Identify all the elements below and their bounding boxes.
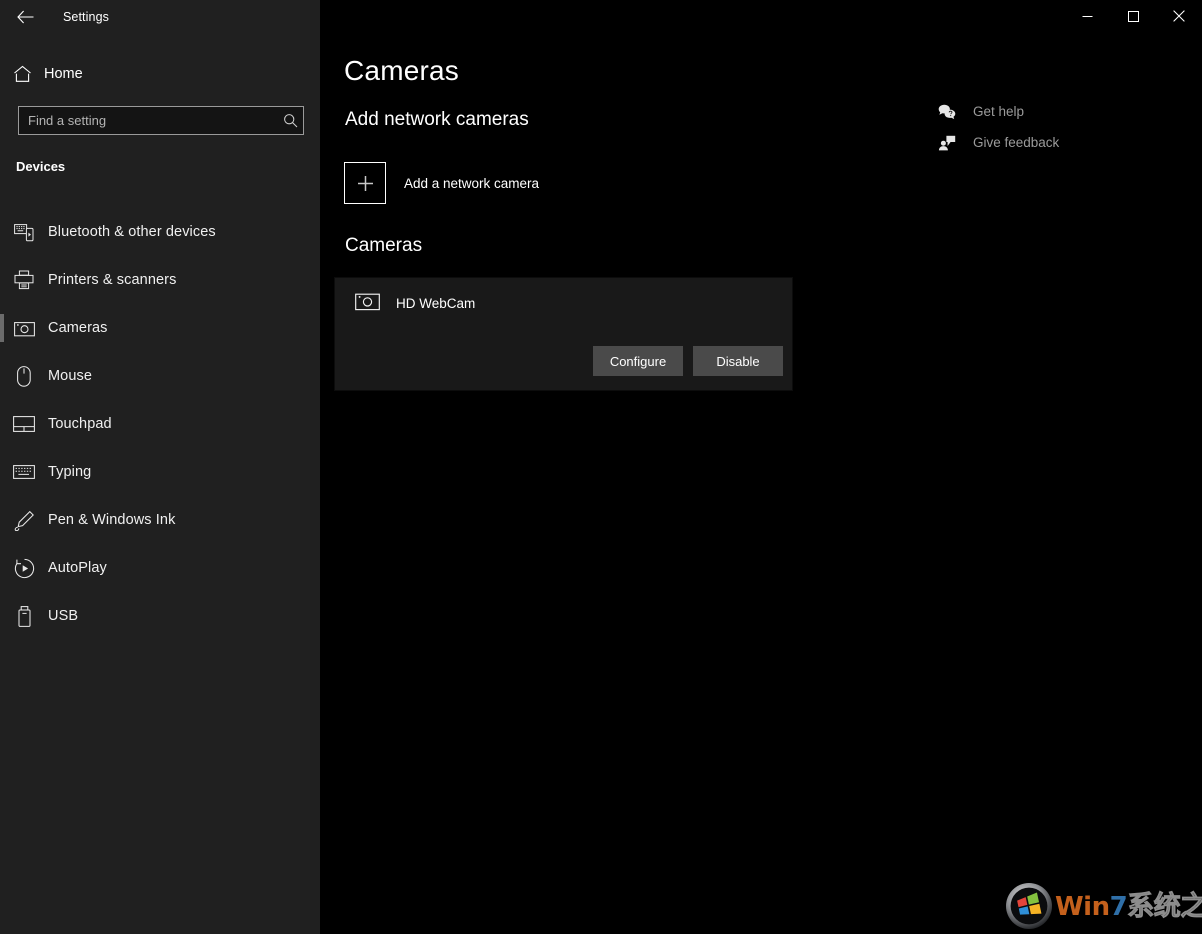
sidebar-item-label: Bluetooth & other devices	[48, 224, 216, 240]
sidebar-item-label: Mouse	[48, 368, 92, 384]
title-bar: Settings	[0, 0, 1202, 34]
keyboard-icon	[0, 465, 48, 479]
sidebar-item-home[interactable]: Home	[0, 58, 320, 90]
watermark-text: Win7系统之家	[1055, 893, 1202, 920]
add-network-camera-button[interactable]: Add a network camera	[344, 162, 539, 204]
get-help-icon	[935, 104, 959, 120]
camera-icon	[355, 291, 380, 316]
selection-indicator	[0, 314, 4, 342]
close-button[interactable]	[1156, 0, 1202, 32]
autoplay-icon	[0, 558, 48, 579]
sidebar-item-bluetooth-other-devices[interactable]: Bluetooth & other devices	[0, 208, 320, 256]
sidebar-item-autoplay[interactable]: AutoPlay	[0, 544, 320, 592]
sidebar-item-label: USB	[48, 608, 78, 624]
sidebar-item-label: Touchpad	[48, 416, 112, 432]
help-panel: Get help Give feedback	[935, 96, 1059, 158]
sidebar-item-touchpad[interactable]: Touchpad	[0, 400, 320, 448]
sidebar-item-label: Pen & Windows Ink	[48, 512, 175, 528]
main-content: Cameras Add network cameras Add a networ…	[320, 0, 1202, 934]
back-arrow-icon	[17, 10, 34, 24]
touchpad-icon	[0, 416, 48, 432]
give-feedback-label: Give feedback	[973, 135, 1059, 150]
get-help-link[interactable]: Get help	[935, 96, 1059, 127]
sidebar-item-usb[interactable]: USB	[0, 592, 320, 640]
watermark: Win7系统之家	[1005, 882, 1202, 930]
search-input[interactable]	[19, 113, 277, 128]
sidebar: Home Devices	[0, 0, 320, 934]
sidebar-item-label-home: Home	[44, 66, 83, 82]
add-network-camera-label: Add a network camera	[404, 176, 539, 191]
windows-orb-icon	[1005, 882, 1053, 930]
give-feedback-icon	[935, 135, 959, 151]
watermark-seven: 7	[1110, 892, 1128, 922]
sidebar-item-label: Typing	[48, 464, 91, 480]
back-button[interactable]	[2, 1, 48, 33]
camera-device-card[interactable]: HD WebCam Configure Disable	[334, 277, 793, 391]
sidebar-item-label: Cameras	[48, 320, 108, 336]
bluetooth-devices-icon	[0, 223, 48, 242]
sidebar-item-label: Printers & scanners	[48, 272, 176, 288]
section-heading-cameras: Cameras	[345, 235, 422, 257]
sidebar-item-mouse[interactable]: Mouse	[0, 352, 320, 400]
search-box[interactable]	[18, 106, 304, 135]
camera-card-actions: Configure Disable	[593, 346, 783, 376]
give-feedback-link[interactable]: Give feedback	[935, 127, 1059, 158]
window-controls	[1064, 0, 1202, 32]
sidebar-item-pen-windows-ink[interactable]: Pen & Windows Ink	[0, 496, 320, 544]
plus-icon	[344, 162, 386, 204]
disable-button[interactable]: Disable	[693, 346, 783, 376]
maximize-button[interactable]	[1110, 0, 1156, 32]
camera-device-header: HD WebCam	[355, 291, 475, 316]
sidebar-nav-list: Bluetooth & other devices Printers & sca…	[0, 208, 320, 640]
mouse-icon	[0, 366, 48, 387]
section-heading-add-network-cameras: Add network cameras	[345, 109, 529, 131]
sidebar-item-cameras[interactable]: Cameras	[0, 304, 320, 352]
page-title: Cameras	[344, 55, 459, 87]
watermark-chinese: 系统之家	[1127, 891, 1202, 922]
pen-icon	[0, 510, 48, 531]
close-icon	[1173, 10, 1185, 22]
sidebar-item-label: AutoPlay	[48, 560, 107, 576]
maximize-icon	[1128, 11, 1139, 22]
home-icon	[0, 65, 44, 83]
minimize-icon	[1082, 11, 1093, 22]
settings-window: Settings	[0, 0, 1202, 934]
configure-button[interactable]: Configure	[593, 346, 683, 376]
search-icon	[277, 113, 303, 128]
usb-icon	[0, 606, 48, 627]
watermark-win: Win	[1055, 892, 1110, 922]
app-title: Settings	[63, 10, 109, 24]
get-help-label: Get help	[973, 104, 1024, 119]
camera-icon	[0, 320, 48, 337]
sidebar-item-typing[interactable]: Typing	[0, 448, 320, 496]
sidebar-group-heading: Devices	[16, 159, 65, 174]
minimize-button[interactable]	[1064, 0, 1110, 32]
camera-device-name: HD WebCam	[396, 296, 475, 311]
sidebar-item-printers-scanners[interactable]: Printers & scanners	[0, 256, 320, 304]
printer-icon	[0, 270, 48, 290]
